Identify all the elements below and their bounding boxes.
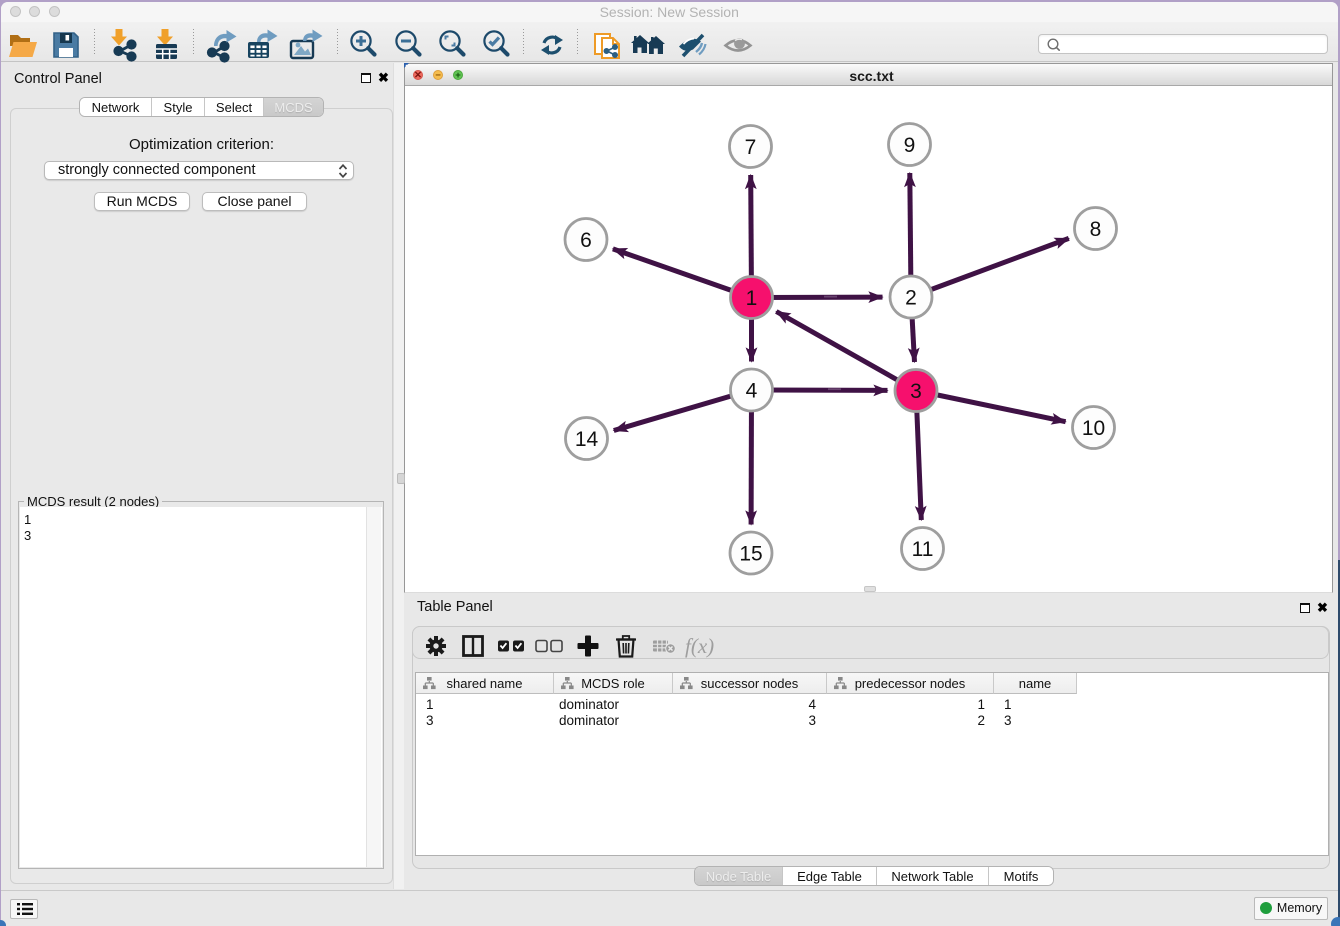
svg-text:2: 2 — [905, 287, 917, 310]
svg-text:7: 7 — [745, 136, 757, 159]
svg-text:15: 15 — [739, 543, 762, 566]
svg-text:3: 3 — [910, 380, 922, 403]
svg-text:14: 14 — [575, 428, 599, 451]
svg-text:4: 4 — [746, 380, 758, 403]
svg-text:1: 1 — [746, 287, 758, 310]
svg-text:10: 10 — [1082, 417, 1105, 440]
svg-text:11: 11 — [912, 538, 934, 561]
svg-text:6: 6 — [580, 229, 592, 252]
svg-text:8: 8 — [1090, 218, 1102, 241]
svg-text:9: 9 — [904, 134, 916, 157]
svg-text:f(x): f(x) — [685, 634, 714, 658]
